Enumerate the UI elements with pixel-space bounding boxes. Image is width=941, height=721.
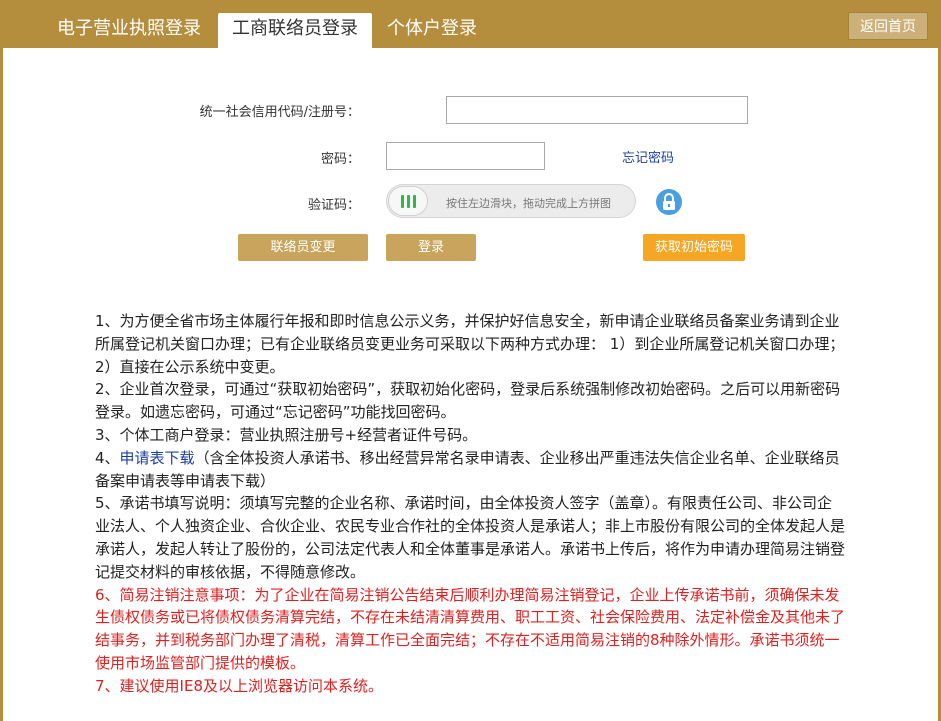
captcha-slider-hint: 按住左边滑块，拖动完成上方拼图 (446, 197, 611, 210)
note-6: 6、简易注销注意事项：为了企业在简易注销公告结束后顺利办理简易注销登记，企业上传… (95, 585, 846, 672)
note-3: 3、个体工商户登录：营业执照注册号+经营者证件号码。 (95, 425, 478, 444)
note-2: 2、企业首次登录，可通过“获取初始密码”，获取初始化密码，登录后系统强制修改初始… (95, 380, 841, 422)
lock-icon (656, 189, 682, 215)
get-initial-password-button[interactable]: 获取初始密码 (643, 234, 745, 261)
note-4-prefix: 4、 (95, 448, 120, 467)
captcha-label: 验证码： (307, 198, 360, 213)
note-7: 7、建议使用IE8及以上浏览器访问本系统。 (95, 676, 383, 695)
change-contact-button[interactable]: 联络员变更 (238, 234, 368, 261)
credit-code-input[interactable] (446, 96, 748, 124)
forgot-password-link[interactable]: 忘记密码 (622, 147, 674, 166)
tab-business-contact[interactable]: 工商联络员登录 (218, 13, 372, 48)
note-5: 5、承诺书填写说明：须填写完整的企业名称、承诺时间，由全体投资人签字（盖章）。有… (95, 494, 846, 581)
drag-grip-icon (401, 195, 417, 208)
notes-section: 1、为方便全省市场主体履行年报和即时信息公示义务，并保护好信息安全，新申请企业联… (95, 310, 845, 698)
note-4-rest: （含全体投资人承诺书、移出经营异常名录申请表、企业移出严重违法失信企业名单、企业… (95, 448, 840, 490)
credit-code-label: 统一社会信用代码/注册号： (199, 105, 360, 120)
tab-individual[interactable]: 个体户登录 (372, 13, 492, 48)
login-button[interactable]: 登录 (386, 234, 476, 261)
password-input[interactable] (386, 142, 545, 170)
download-forms-link[interactable]: 申请表下载 (120, 449, 195, 467)
back-home-button[interactable]: 返回首页 (848, 12, 928, 40)
note-4: 4、申请表下载（含全体投资人承诺书、移出经营异常名录申请表、企业移出严重违法失信… (95, 447, 845, 493)
captcha-slider-handle[interactable] (388, 186, 428, 216)
tab-electronic-license[interactable]: 电子营业执照登录 (44, 13, 214, 48)
password-label: 密码： (320, 152, 360, 167)
note-1: 1、为方便全省市场主体履行年报和即时信息公示义务，并保护好信息安全，新申请企业联… (95, 312, 845, 376)
